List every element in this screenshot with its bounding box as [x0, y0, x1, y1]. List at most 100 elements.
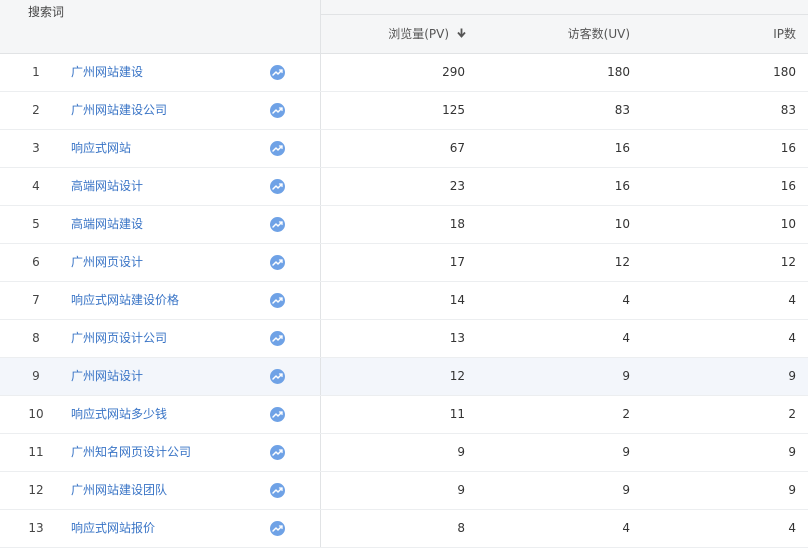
trend-chart-icon[interactable]: [270, 445, 285, 460]
pv-value: 12: [449, 369, 465, 383]
table-row[interactable]: 13 响应式网站报价 8 4 4: [0, 510, 808, 548]
ip-value: 4: [788, 331, 796, 345]
trend-chart-icon[interactable]: [270, 65, 285, 80]
row-index: 13: [28, 521, 44, 535]
trend-chart-icon[interactable]: [270, 521, 285, 536]
ip-value: 16: [780, 141, 796, 155]
trend-chart-icon[interactable]: [270, 293, 285, 308]
arrow-down-icon[interactable]: [457, 15, 466, 53]
table-row[interactable]: 7 响应式网站建设价格 14 4 4: [0, 282, 808, 320]
table-row[interactable]: 10 响应式网站多少钱 11 2 2: [0, 396, 808, 434]
keyword-cell: 5 高端网站建设: [0, 206, 321, 243]
pv-value: 290: [442, 65, 465, 79]
keyword-cell: 1 广州网站建设: [0, 54, 321, 91]
keyword-link[interactable]: 广州网页设计公司: [71, 320, 167, 357]
uv-value: 9: [622, 445, 630, 459]
uv-value: 4: [622, 521, 630, 535]
uv-header-label: 访客数(UV): [567, 27, 630, 41]
row-index: 8: [32, 331, 40, 345]
ip-value: 9: [788, 445, 796, 459]
trend-chart-icon[interactable]: [270, 179, 285, 194]
trend-chart-icon[interactable]: [270, 407, 285, 422]
trend-chart-icon[interactable]: [270, 141, 285, 156]
keyword-stats-table: 搜索词 浏览量(PV) 访客数(UV) IP数 1 广州网站建设 290 180 180…: [0, 0, 808, 548]
trend-chart-icon[interactable]: [270, 217, 285, 232]
table-header: 搜索词 浏览量(PV) 访客数(UV) IP数: [0, 0, 808, 54]
keyword-cell: 9 广州网站设计: [0, 358, 321, 395]
pv-value: 8: [457, 521, 465, 535]
row-index: 2: [32, 103, 40, 117]
ip-value: 12: [780, 255, 796, 269]
pv-value: 67: [449, 141, 465, 155]
ip-value: 180: [773, 65, 796, 79]
keyword-cell: 10 响应式网站多少钱: [0, 396, 321, 433]
pv-column-header[interactable]: 浏览量(PV): [388, 15, 466, 54]
keyword-link[interactable]: 广州网站建设: [71, 54, 143, 91]
pv-value: 14: [449, 293, 465, 307]
uv-column-header[interactable]: 访客数(UV): [568, 15, 630, 53]
header-group-band: [321, 0, 808, 15]
keyword-cell: 11 广州知名网页设计公司: [0, 434, 321, 471]
table-row[interactable]: 4 高端网站设计 23 16 16: [0, 168, 808, 206]
keyword-link[interactable]: 广州网站设计: [71, 358, 143, 395]
row-index: 5: [32, 217, 40, 231]
keyword-link[interactable]: 响应式网站: [71, 130, 131, 167]
ip-value: 4: [788, 293, 796, 307]
keyword-cell: 13 响应式网站报价: [0, 510, 321, 547]
table-row[interactable]: 2 广州网站建设公司 125 83 83: [0, 92, 808, 130]
trend-chart-icon[interactable]: [270, 369, 285, 384]
uv-value: 180: [607, 65, 630, 79]
keyword-link[interactable]: 高端网站建设: [71, 206, 143, 243]
ip-value: 16: [780, 179, 796, 193]
uv-value: 16: [614, 141, 630, 155]
keyword-cell: 2 广州网站建设公司: [0, 92, 321, 129]
keyword-cell: 8 广州网页设计公司: [0, 320, 321, 357]
metrics-header: 浏览量(PV) 访客数(UV) IP数: [321, 0, 808, 53]
trend-chart-icon[interactable]: [270, 103, 285, 118]
table-row[interactable]: 8 广州网页设计公司 13 4 4: [0, 320, 808, 358]
pv-value: 23: [449, 179, 465, 193]
keyword-link[interactable]: 响应式网站多少钱: [71, 396, 167, 433]
metric-column-headers: 浏览量(PV) 访客数(UV) IP数: [321, 15, 808, 53]
table-row[interactable]: 11 广州知名网页设计公司 9 9 9: [0, 434, 808, 472]
ip-column-header[interactable]: IP数: [773, 15, 796, 53]
ip-value: 4: [788, 521, 796, 535]
table-row[interactable]: 5 高端网站建设 18 10 10: [0, 206, 808, 244]
uv-value: 9: [622, 369, 630, 383]
trend-chart-icon[interactable]: [270, 255, 285, 270]
keyword-column-header: 搜索词: [0, 0, 321, 53]
table-row[interactable]: 1 广州网站建设 290 180 180: [0, 54, 808, 92]
uv-value: 12: [614, 255, 630, 269]
row-index: 1: [32, 65, 40, 79]
table-row[interactable]: 3 响应式网站 67 16 16: [0, 130, 808, 168]
ip-value: 9: [788, 483, 796, 497]
uv-value: 9: [622, 483, 630, 497]
table-body: 1 广州网站建设 290 180 180 2 广州网站建设公司 12 5 83 83 3 响应式网站 67…: [0, 54, 808, 548]
uv-value: 83: [614, 103, 630, 117]
trend-chart-icon[interactable]: [270, 331, 285, 346]
keyword-link[interactable]: 响应式网站建设价格: [71, 282, 179, 319]
trend-chart-icon[interactable]: [270, 483, 285, 498]
ip-value: 83: [780, 103, 796, 117]
ip-value: 10: [780, 217, 796, 231]
uv-value: 4: [622, 331, 630, 345]
ip-header-label: IP数: [773, 27, 796, 41]
table-row[interactable]: 6 广州网页设计 17 12 12: [0, 244, 808, 282]
keyword-link[interactable]: 广州网站建设公司: [71, 92, 167, 129]
keyword-link[interactable]: 高端网站设计: [71, 168, 143, 205]
keyword-cell: 3 响应式网站: [0, 130, 321, 167]
keyword-link[interactable]: 广州知名网页设计公司: [71, 434, 191, 471]
uv-value: 4: [622, 293, 630, 307]
keyword-link[interactable]: 响应式网站报价: [71, 510, 155, 547]
keyword-header-label: 搜索词: [28, 5, 65, 19]
table-row[interactable]: 12 广州网站建设团队 9 9 9: [0, 472, 808, 510]
row-index: 11: [28, 445, 44, 459]
pv-value: 13: [449, 331, 465, 345]
row-index: 12: [28, 483, 44, 497]
table-row[interactable]: 9 广州网站设计 12 9 9: [0, 358, 808, 396]
keyword-link[interactable]: 广州网站建设团队: [71, 472, 167, 509]
pv-value: 18: [449, 217, 465, 231]
keyword-link[interactable]: 广州网页设计: [71, 244, 143, 281]
row-index: 6: [32, 255, 40, 269]
pv-header-label: 浏览量(PV): [388, 27, 449, 41]
